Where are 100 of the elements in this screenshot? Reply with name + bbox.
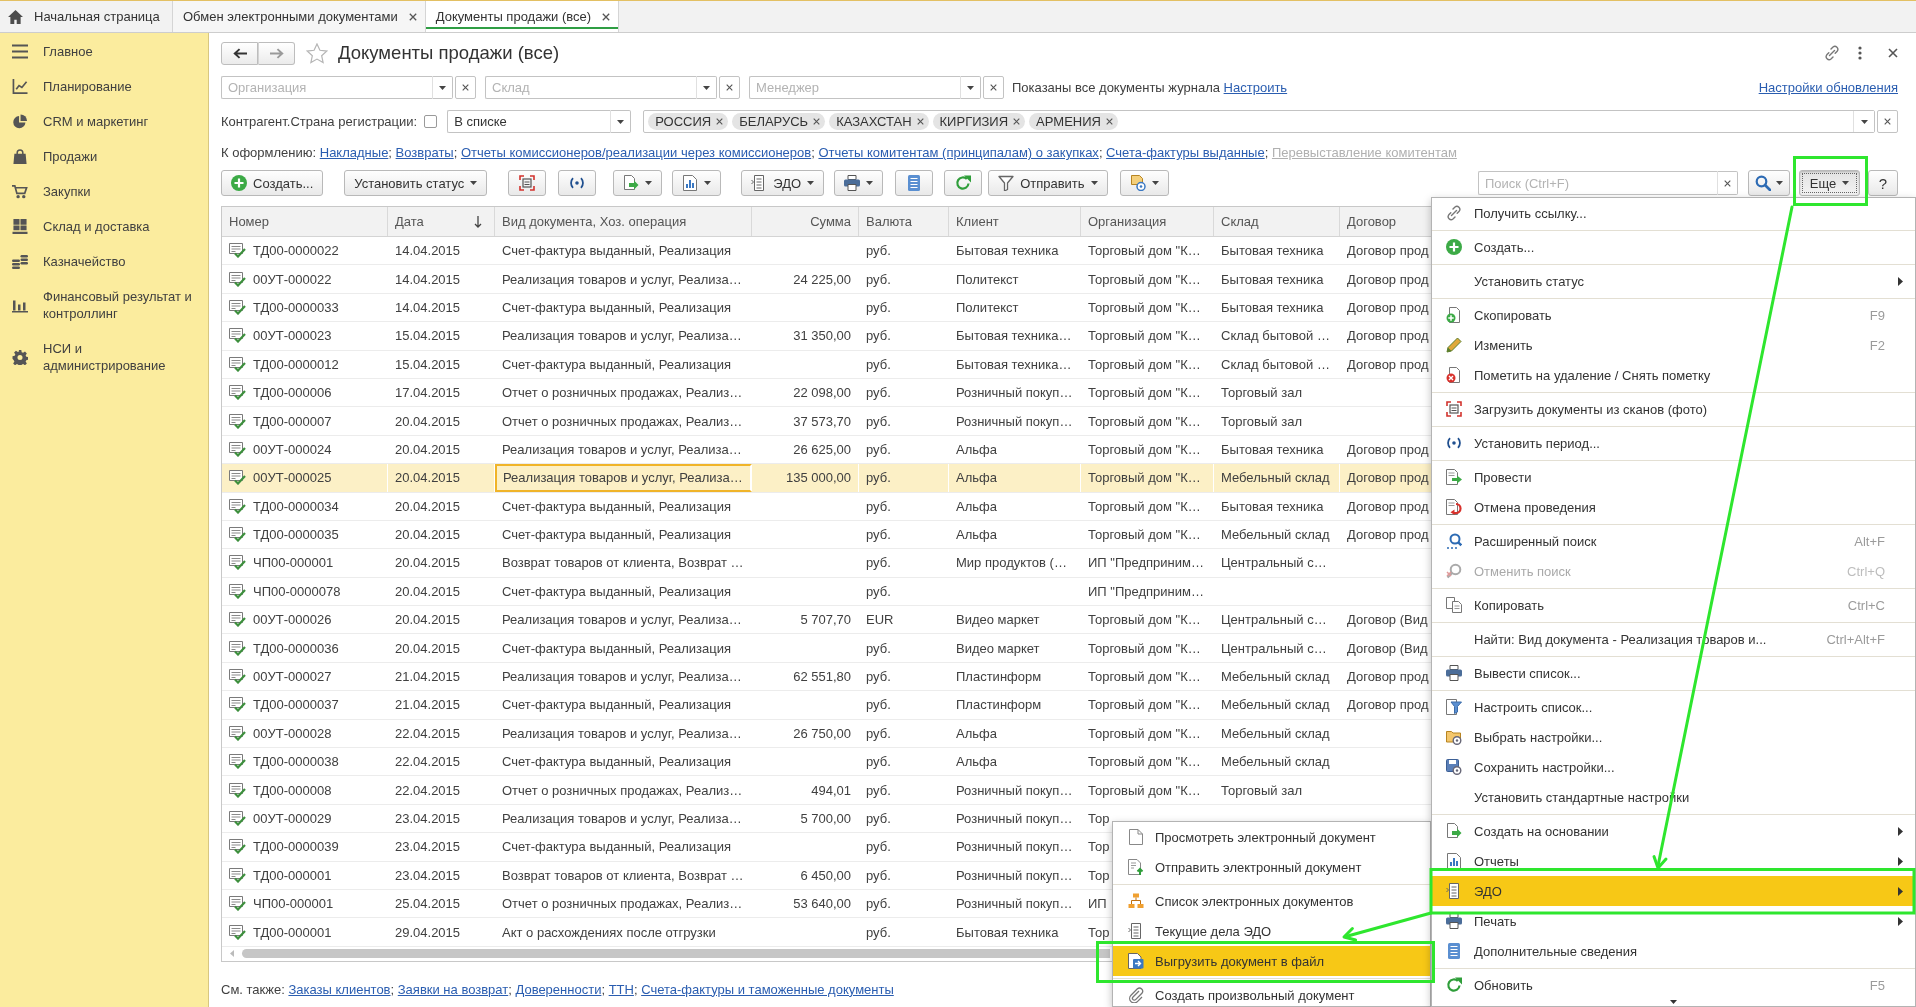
filter-field[interactable]: Склад bbox=[485, 76, 696, 99]
column-header[interactable]: Вид документа, Хоз. операция bbox=[495, 207, 752, 236]
table-cell: 135 000,00 bbox=[785, 470, 851, 486]
table-cell: ТД00-000001 bbox=[253, 867, 332, 883]
close-icon[interactable] bbox=[408, 12, 417, 21]
todo-link[interactable]: Возвраты bbox=[395, 145, 454, 160]
close-icon[interactable] bbox=[813, 118, 821, 125]
menu-item[interactable]: Вывести список... bbox=[1432, 658, 1915, 688]
dropdown-button[interactable] bbox=[1853, 111, 1874, 132]
link-icon[interactable] bbox=[1824, 45, 1840, 61]
column-header[interactable]: Организация bbox=[1081, 207, 1214, 236]
reports-button[interactable] bbox=[672, 170, 722, 196]
scroll-down-icon[interactable] bbox=[1670, 1000, 1677, 1004]
menu-item[interactable]: Обновить F5 bbox=[1432, 970, 1915, 1000]
column-header[interactable]: Валюта bbox=[859, 207, 949, 236]
edo-button[interactable]: ЭДО bbox=[741, 170, 825, 196]
checkbox[interactable] bbox=[424, 115, 438, 128]
set-status-button[interactable]: Установить статус bbox=[344, 170, 488, 196]
menu-item[interactable]: Текущие дела ЭДО bbox=[1113, 916, 1430, 946]
tags-field[interactable]: РОССИЯ БЕЛАРУСЬ КАЗАХСТАН КИРГИЗИЯ АРМЕНИЯ bbox=[643, 110, 1875, 133]
sidebar-item[interactable]: Продажи bbox=[0, 139, 208, 174]
tab[interactable]: Документы продажи (все) bbox=[425, 1, 620, 32]
column-header[interactable]: Клиент bbox=[949, 207, 1081, 236]
filter-field[interactable]: Менеджер bbox=[749, 76, 960, 99]
sidebar-item[interactable]: Склад и доставка bbox=[0, 209, 208, 244]
dropdown-button[interactable] bbox=[432, 76, 453, 99]
menu-item[interactable]: Создать произвольный документ bbox=[1113, 980, 1430, 1006]
close-icon[interactable] bbox=[1105, 118, 1113, 125]
table-cell: руб. bbox=[866, 754, 891, 770]
country-tag[interactable]: КАЗАХСТАН bbox=[829, 113, 929, 130]
clear-button[interactable] bbox=[1877, 110, 1898, 133]
period-button[interactable] bbox=[558, 170, 597, 196]
country-tag[interactable]: АРМЕНИЯ bbox=[1029, 113, 1118, 130]
todo-link[interactable]: Отчеты комитентам (принципалам) о закупках bbox=[818, 145, 1099, 160]
sidebar-item[interactable]: CRM и маркетинг bbox=[0, 104, 208, 139]
country-tag[interactable]: КИРГИЗИЯ bbox=[932, 113, 1026, 130]
menu-item[interactable]: Копировать Ctrl+C bbox=[1432, 590, 1915, 620]
clear-button[interactable] bbox=[983, 76, 1004, 99]
sidebar-item[interactable]: Закупки bbox=[0, 174, 208, 209]
scan-button[interactable] bbox=[508, 170, 547, 196]
create-button[interactable]: Создать... bbox=[221, 170, 324, 196]
column-header[interactable]: Номер bbox=[222, 207, 388, 236]
send-button[interactable]: Отправить bbox=[988, 170, 1108, 196]
close-icon[interactable] bbox=[716, 118, 724, 125]
scrollbar-thumb[interactable] bbox=[242, 949, 1110, 959]
column-header[interactable]: Дата bbox=[388, 207, 495, 236]
condition-select[interactable]: В списке bbox=[447, 110, 611, 133]
sidebar-item[interactable]: Казначейство bbox=[0, 244, 208, 279]
see-also-link[interactable]: Счета-фактуры и таможенные документы bbox=[641, 981, 894, 997]
table-cell: Центральный с… bbox=[1221, 555, 1327, 571]
refresh-settings-link[interactable]: Настройки обновления bbox=[1758, 80, 1898, 95]
details-button[interactable] bbox=[895, 170, 934, 196]
sidebar-item[interactable]: Планирование bbox=[0, 69, 208, 104]
menu-item[interactable]: Получить ссылку... bbox=[1432, 198, 1915, 228]
help-button[interactable]: ? bbox=[1868, 170, 1898, 196]
table-cell: руб. bbox=[866, 441, 891, 457]
configure-link[interactable]: Настроить bbox=[1223, 80, 1288, 95]
more-icon[interactable] bbox=[1858, 46, 1862, 60]
dropdown-button[interactable] bbox=[610, 110, 632, 133]
document-check-icon bbox=[229, 583, 246, 599]
more-button[interactable]: Еще bbox=[1799, 170, 1860, 196]
menu-item[interactable]: Установить статус bbox=[1432, 266, 1915, 296]
create-based-on-button[interactable] bbox=[613, 170, 663, 196]
country-tag[interactable]: БЕЛАРУСЬ bbox=[732, 113, 826, 130]
see-also-link[interactable]: Заказы клиентов bbox=[288, 981, 391, 997]
see-also-link[interactable]: ТТН bbox=[608, 981, 634, 997]
table-cell: 00УТ-000028 bbox=[253, 725, 332, 741]
sidebar-item[interactable]: Главное bbox=[0, 34, 208, 69]
table-cell: Договор прод bbox=[1347, 697, 1429, 713]
search-field[interactable]: Поиск (Ctrl+F) bbox=[1478, 171, 1717, 195]
menu-item[interactable]: ЭДО bbox=[1432, 876, 1915, 906]
menu-item[interactable]: Установить период... bbox=[1432, 428, 1915, 458]
close-icon[interactable] bbox=[1013, 118, 1021, 125]
todo-link[interactable]: Счета-фактуры выданные bbox=[1106, 145, 1265, 160]
star-icon[interactable] bbox=[306, 42, 328, 64]
back-button[interactable] bbox=[221, 41, 258, 65]
close-icon[interactable] bbox=[602, 12, 611, 21]
column-header[interactable]: Склад bbox=[1214, 207, 1340, 236]
sidebar-item[interactable]: НСИ и администрирование bbox=[0, 331, 208, 383]
menu-item[interactable]: Создать... bbox=[1432, 232, 1915, 262]
table-cell: 23.04.2015 bbox=[395, 867, 461, 883]
table-cell: 26 625,00 bbox=[793, 441, 851, 457]
column-header[interactable]: Сумма bbox=[752, 207, 859, 236]
dropdown-button[interactable] bbox=[960, 76, 981, 99]
clear-button[interactable] bbox=[455, 76, 476, 99]
menu-item[interactable]: Загрузить документы из сканов (фото) bbox=[1432, 394, 1915, 424]
country-tag[interactable]: РОССИЯ bbox=[648, 113, 729, 130]
sidebar-item[interactable]: Финансовый результат и контроллинг bbox=[0, 279, 208, 331]
print-button[interactable] bbox=[834, 170, 884, 196]
table-cell: руб. bbox=[866, 527, 891, 543]
search-button[interactable] bbox=[1748, 170, 1790, 196]
close-icon[interactable] bbox=[1888, 48, 1898, 58]
clear-button[interactable] bbox=[719, 76, 740, 99]
tab[interactable]: Обмен электронными документами bbox=[173, 1, 426, 32]
menu-item[interactable]: Выгрузить документ в файл bbox=[1113, 946, 1430, 976]
filter-field[interactable]: Организация bbox=[221, 76, 432, 99]
attachments-button[interactable] bbox=[1119, 170, 1169, 196]
dropdown-button[interactable] bbox=[696, 76, 717, 99]
refresh-button[interactable] bbox=[944, 170, 983, 196]
close-icon[interactable] bbox=[916, 118, 924, 125]
